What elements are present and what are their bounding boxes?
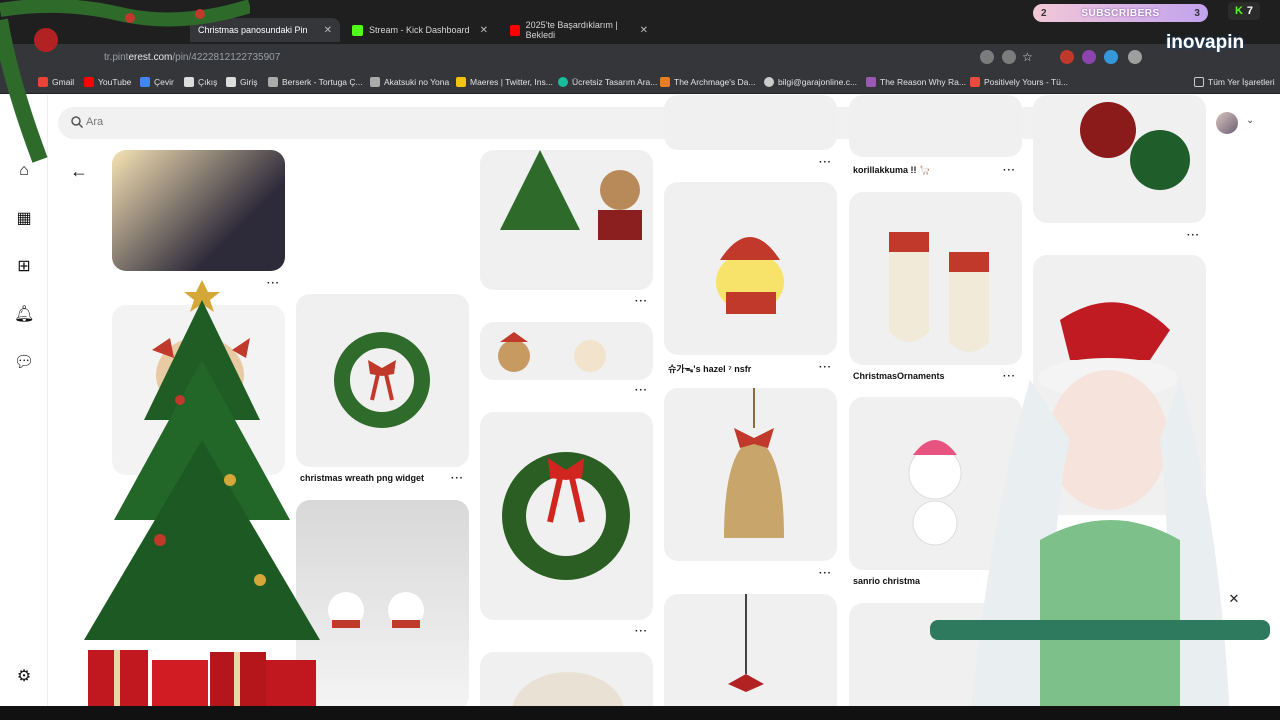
pin-options-icon[interactable]: ···: [819, 362, 832, 373]
avatar[interactable]: [1216, 112, 1238, 134]
pin-tree-bear[interactable]: [480, 150, 653, 290]
stream-bottom-bar: [0, 706, 1280, 720]
tab-title: Stream - Kick Dashboard: [369, 25, 470, 35]
bell-image: [728, 594, 764, 692]
bookmark-reason-why[interactable]: The Reason Why Ra...: [866, 77, 966, 87]
pin-bell-plaid[interactable]: [664, 594, 837, 720]
folder-icon: [1194, 77, 1204, 87]
wreath-image: [502, 452, 630, 580]
chick-image: [716, 237, 784, 314]
youtube-favicon-icon: [510, 24, 520, 36]
kick-icon: K: [1234, 5, 1243, 17]
pin-chick-santa[interactable]: [664, 182, 837, 355]
bell-icon[interactable]: 🔔︎: [14, 305, 34, 325]
tab-close-icon[interactable]: ✕: [480, 25, 488, 36]
page-icon: [456, 77, 466, 87]
pin-options-icon[interactable]: ···: [635, 385, 648, 396]
pin-options-icon[interactable]: ···: [635, 626, 648, 637]
chevron-down-icon[interactable]: ⌄: [1246, 115, 1254, 126]
globe-icon: [764, 77, 774, 87]
cast-icon[interactable]: [980, 50, 994, 64]
pin-options-icon[interactable]: ···: [635, 296, 648, 307]
bookmark-berserk[interactable]: Berserk - Tortuga Ç...: [268, 77, 363, 87]
page-icon: [660, 77, 670, 87]
bookmark-tasarim[interactable]: Ücretsiz Tasarım Ara...: [558, 77, 657, 87]
pin-caption: 슈가ᯓ's hazel ⁷ nsfr: [668, 364, 752, 374]
left-navigation: ⌂ ▦ ⊞ 🔔︎ 💬︎ ⚙: [0, 95, 48, 720]
pin-options-icon[interactable]: ···: [451, 473, 464, 484]
page-icon: [268, 77, 278, 87]
tree-bear-image: [500, 150, 642, 240]
subscribers-right-count: 3: [1194, 7, 1200, 19]
gear-icon[interactable]: ⚙: [14, 667, 34, 687]
eye-off-icon[interactable]: [1002, 50, 1016, 64]
boards-icon[interactable]: ▦: [14, 209, 34, 229]
pin-options-icon[interactable]: ···: [1187, 230, 1200, 241]
page-icon: [370, 77, 380, 87]
pin-options-icon[interactable]: ···: [1003, 165, 1016, 176]
page-icon: [866, 77, 876, 87]
pin-wreath-large[interactable]: [480, 412, 653, 620]
kick-count: 7: [1246, 5, 1254, 17]
kick-favicon-icon: [352, 24, 363, 36]
bookmark-positively[interactable]: Positively Yours - Tü...: [970, 77, 1068, 87]
subscribers-label: SUBSCRIBERS: [1081, 7, 1160, 19]
page-icon: [970, 77, 980, 87]
bell-image: [724, 388, 784, 538]
globe-icon: [558, 77, 568, 87]
tab-close-icon[interactable]: ✕: [324, 25, 332, 36]
star-icon[interactable]: ☆: [1022, 50, 1036, 64]
tab-youtube-video[interactable]: 2025'te Başardıklarım | Bekledi ✕: [502, 18, 656, 42]
pin-options-icon[interactable]: ···: [819, 568, 832, 579]
tab-kick-dashboard[interactable]: Stream - Kick Dashboard ✕: [344, 18, 496, 42]
christmas-tree-decoration: [84, 280, 320, 706]
extension-icon[interactable]: [1082, 50, 1096, 64]
pin-options-icon[interactable]: ···: [819, 157, 832, 168]
pin-caption: sanrio christma: [853, 576, 921, 586]
pin-bell[interactable]: [664, 388, 837, 561]
kick-badge: K 7: [1228, 2, 1260, 20]
pin-top-partial[interactable]: [664, 95, 837, 150]
pin-rilakkuma-banner[interactable]: [480, 322, 653, 380]
extension-icon[interactable]: [1104, 50, 1118, 64]
holly-garland-decoration: [0, 0, 250, 163]
bookmark-archmage[interactable]: The Archmage's Da...: [660, 77, 755, 87]
bookmark-garajonline[interactable]: bilgi@garajonline.c...: [764, 77, 857, 87]
tab-close-icon[interactable]: ✕: [640, 25, 648, 36]
bookmark-maeres[interactable]: Maeres | Twitter, Ins...: [456, 77, 553, 87]
extension-icon[interactable]: [1060, 50, 1074, 64]
subscribers-badge: 2 SUBSCRIBERS 3: [1033, 4, 1208, 22]
pin-korilla-partial[interactable]: [849, 95, 1022, 157]
vtuber-avatar: [930, 302, 1270, 720]
bookmark-akatsuki[interactable]: Akatsuki no Yona: [370, 77, 449, 87]
tab-title: 2025'te Başardıklarım | Bekledi: [525, 20, 618, 40]
chat-icon[interactable]: 💬︎: [14, 353, 34, 373]
extension-icon[interactable]: [1128, 50, 1142, 64]
subscribers-left-count: 2: [1041, 7, 1047, 19]
ornaments-decoration: [1080, 102, 1190, 190]
all-bookmarks[interactable]: Tüm Yer İşaretleri: [1194, 77, 1275, 87]
rilakkuma-image: [498, 332, 606, 372]
pin-caption: korillakkuma !! 🦙: [853, 165, 931, 175]
create-icon[interactable]: ⊞: [14, 257, 34, 277]
inovapin-watermark: inovapin: [1166, 32, 1245, 53]
